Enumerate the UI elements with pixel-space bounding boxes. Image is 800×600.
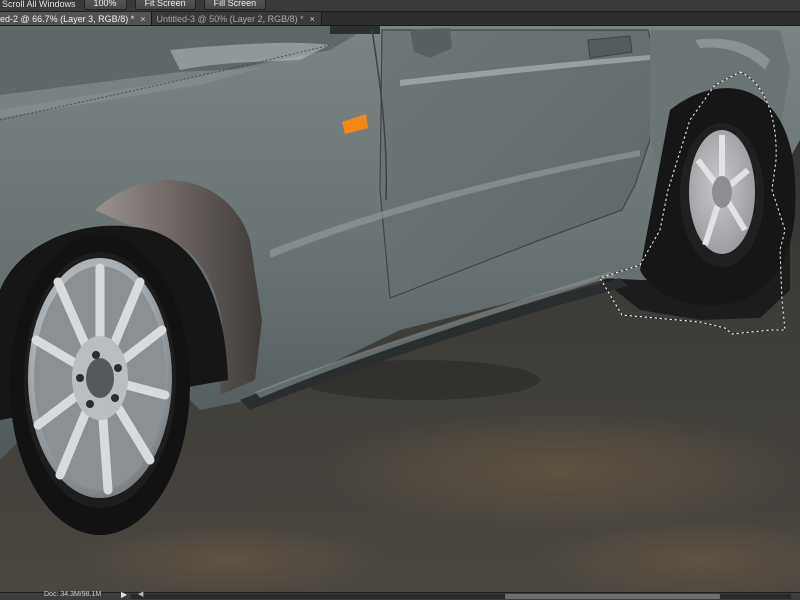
canvas-image bbox=[0, 26, 800, 592]
scroll-left-arrow-icon[interactable]: ◀ bbox=[138, 590, 143, 598]
document-canvas[interactable] bbox=[0, 26, 800, 592]
tab-close-icon[interactable]: × bbox=[310, 14, 315, 24]
doc-size-readout: Doc: 34.3M/98.1M bbox=[44, 591, 102, 598]
horizontal-scrollbar-thumb[interactable] bbox=[505, 594, 720, 599]
zoom-100-button[interactable]: 100% bbox=[83, 0, 127, 10]
front-wheel bbox=[10, 235, 190, 535]
status-bar: Doc: 34.3M/98.1M ▶ ◀ bbox=[0, 590, 800, 600]
document-tab-bar: ed-2 @ 66.7% (Layer 3, RGB/8) * × Untitl… bbox=[0, 12, 800, 26]
tab-label: ed-2 @ 66.7% (Layer 3, RGB/8) * bbox=[0, 13, 135, 24]
fill-screen-button[interactable]: Fill Screen bbox=[203, 0, 267, 10]
document-tab-active[interactable]: ed-2 @ 66.7% (Layer 3, RGB/8) * × bbox=[0, 12, 153, 25]
fit-screen-button[interactable]: Fit Screen bbox=[134, 0, 196, 10]
tab-close-icon[interactable]: × bbox=[140, 14, 145, 24]
tab-label: Untitled-3 @ 50% (Layer 2, RGB/8) * bbox=[156, 13, 304, 24]
scroll-all-windows-checkbox[interactable]: Scroll All Windows bbox=[2, 0, 76, 9]
scroll-all-windows-label: Scroll All Windows bbox=[2, 0, 76, 9]
status-menu-arrow-icon[interactable]: ▶ bbox=[121, 590, 127, 599]
options-bar: Scroll All Windows 100% Fit Screen Fill … bbox=[0, 0, 800, 12]
document-tab-untitled-3[interactable]: Untitled-3 @ 50% (Layer 2, RGB/8) * × bbox=[152, 12, 322, 25]
